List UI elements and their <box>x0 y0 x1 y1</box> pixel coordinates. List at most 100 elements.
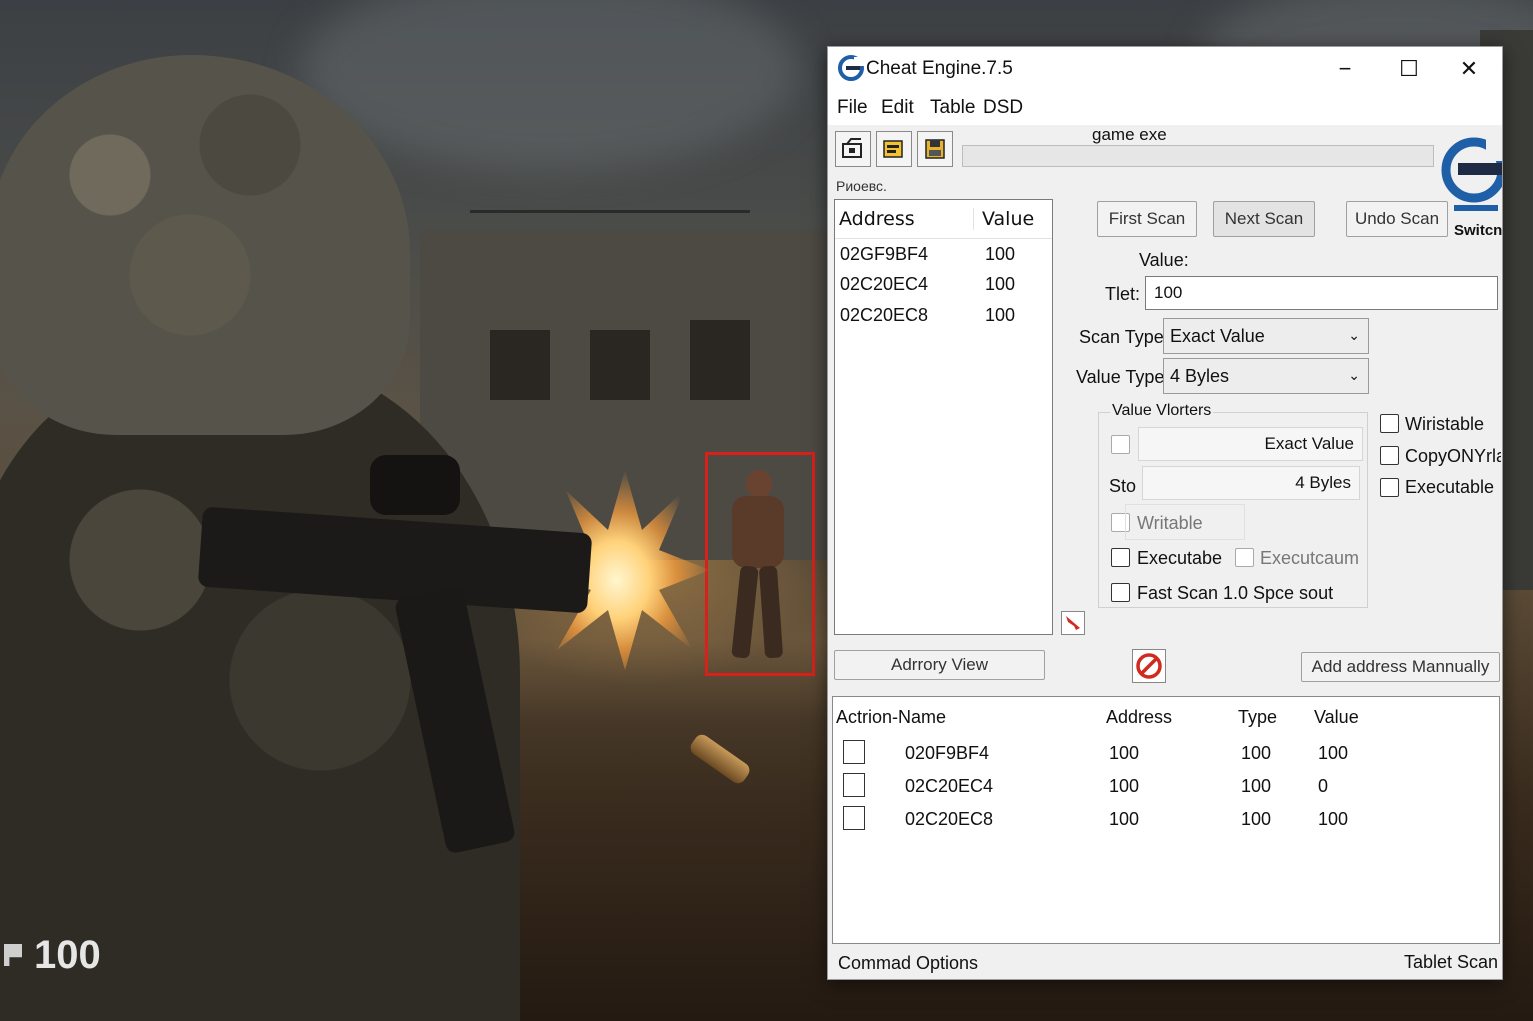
results-header: Address Value <box>835 200 1052 239</box>
red-arrow-icon <box>1066 616 1080 630</box>
result-value: 100 <box>985 304 1016 325</box>
menu-file[interactable]: File <box>837 97 868 119</box>
row-type: 100 <box>1241 809 1272 829</box>
row-address: 100 <box>1109 743 1140 763</box>
executabe-checkbox[interactable] <box>1111 548 1130 567</box>
cheat-engine-window: Cheat Engine.7.5 − ☐ ✕ File Edit Table D… <box>827 46 1503 980</box>
memory-view-button[interactable]: Adrrory View <box>834 650 1045 680</box>
table-scan-link[interactable]: Tablet Scan <box>1404 952 1498 973</box>
row-address: 100 <box>1109 776 1140 796</box>
status-bar: Commad Options Tablet Scan <box>828 947 1502 979</box>
minimize-button[interactable]: − <box>1316 51 1374 87</box>
table-row[interactable]: 02C20EC4 100 100 0 <box>833 771 1499 803</box>
executcaum-label[interactable]: Executcaum <box>1260 548 1359 569</box>
row-address: 100 <box>1109 809 1140 829</box>
results-col-address[interactable]: Address <box>835 208 973 230</box>
menu-bar: File Edit Table DSD <box>828 91 1502 125</box>
pointer-scan-button[interactable] <box>1061 611 1085 635</box>
open-file-button[interactable] <box>876 131 912 167</box>
command-options-link[interactable]: Commad Options <box>838 953 978 974</box>
result-address: 02GF9BF4 <box>840 243 929 264</box>
table-row[interactable]: 020F9BF4 100 100 100 <box>833 738 1499 770</box>
result-value: 100 <box>985 243 1016 264</box>
shell-casing <box>687 731 753 787</box>
clear-list-button[interactable] <box>1132 649 1166 683</box>
save-icon <box>925 139 945 159</box>
row-active-checkbox[interactable] <box>843 740 865 764</box>
process-name: game exe <box>1092 125 1167 144</box>
result-address: 02C20EC8 <box>840 304 929 325</box>
no-entry-icon <box>1136 653 1162 679</box>
row-name: 020F9BF4 <box>905 743 990 763</box>
chevron-down-icon: ⌄ <box>1348 327 1360 343</box>
add-address-manually-button[interactable]: Add address Mannually <box>1301 652 1500 682</box>
process-status: Риоевс. <box>836 178 887 194</box>
row-value[interactable]: 100 <box>1318 809 1348 830</box>
writable-checkbox[interactable] <box>1111 513 1130 532</box>
window-title: Cheat Engine.7.5 <box>866 58 1013 79</box>
row-active-checkbox[interactable] <box>843 806 865 830</box>
close-button[interactable]: ✕ <box>1440 51 1498 87</box>
copyonyrla-checkbox[interactable] <box>1380 446 1399 465</box>
exact-value-field[interactable]: Exact Value <box>1138 427 1363 461</box>
building-window <box>590 330 650 400</box>
copyonyrla-label[interactable]: CopyONYrla <box>1405 446 1501 467</box>
row-active-checkbox[interactable] <box>843 773 865 797</box>
hud-health-value: 100 <box>34 932 101 977</box>
row-name: 02C20EC4 <box>905 776 994 796</box>
maximize-button[interactable]: ☐ <box>1380 51 1438 87</box>
results-row[interactable]: 02C20EC8 100 <box>835 300 1052 331</box>
rifle-scope <box>370 455 460 515</box>
balcony-rail <box>470 210 750 213</box>
result-address: 02C20EC4 <box>840 274 929 295</box>
results-list[interactable]: Address Value 02GF9BF4 100 02C20EC4 100 … <box>834 199 1053 635</box>
title-bar[interactable]: Cheat Engine.7.5 − ☐ ✕ <box>828 47 1502 91</box>
building-window <box>690 320 750 400</box>
bytes-field[interactable]: 4 Byles <box>1142 466 1360 500</box>
menu-dsd[interactable]: DSD <box>983 97 1023 119</box>
save-button[interactable] <box>917 131 953 167</box>
health-icon <box>4 944 22 966</box>
executcaum-checkbox[interactable] <box>1235 548 1254 567</box>
menu-table[interactable]: Table <box>930 97 975 119</box>
exact-value-checkbox[interactable] <box>1111 435 1130 454</box>
ct-col-name[interactable]: Actrion-Name <box>836 707 946 728</box>
writable-label[interactable]: Writable <box>1137 513 1203 534</box>
row-value[interactable]: 100 <box>1318 743 1348 764</box>
scan-type-label: Scan Type: <box>1079 327 1169 347</box>
row-type: 100 <box>1241 743 1272 763</box>
ct-col-type[interactable]: Type <box>1238 707 1277 728</box>
fast-scan-checkbox[interactable] <box>1111 583 1130 602</box>
wiristable-checkbox[interactable] <box>1380 414 1399 433</box>
value-input[interactable]: 100 <box>1145 276 1498 310</box>
value-type-select[interactable]: 4 Byles ⌄ <box>1163 358 1369 394</box>
ct-col-address[interactable]: Address <box>1106 707 1172 728</box>
table-row[interactable]: 02C20EC8 100 100 100 <box>833 804 1499 836</box>
ct-col-value[interactable]: Value <box>1314 707 1359 728</box>
value-type-value: 4 Byles <box>1170 365 1230 386</box>
cheat-engine-logo-icon[interactable] <box>1440 125 1502 225</box>
wiristable-label[interactable]: Wiristable <box>1405 414 1484 435</box>
menu-edit[interactable]: Edit <box>881 97 914 119</box>
logo-caption[interactable]: Switcn <box>1454 222 1502 239</box>
undo-scan-button[interactable]: Undo Scan <box>1346 201 1448 237</box>
fast-scan-label[interactable]: Fast Scan <box>1137 583 1218 604</box>
building-window <box>490 330 550 400</box>
row-value[interactable]: 0 <box>1318 776 1328 797</box>
open-file-icon <box>883 140 903 158</box>
next-scan-button[interactable]: Next Scan <box>1213 201 1315 237</box>
open-process-button[interactable] <box>835 131 871 167</box>
cheat-table[interactable]: Actrion-Name Address Type Value 020F9BF4… <box>832 696 1500 944</box>
executable-checkbox[interactable] <box>1380 478 1399 497</box>
hud-health: 100 <box>4 930 101 980</box>
results-row[interactable]: 02C20EC4 100 <box>835 270 1052 301</box>
first-scan-button[interactable]: First Scan <box>1097 201 1197 237</box>
value-label: Value: <box>1139 250 1189 270</box>
executabe-label[interactable]: Executabe <box>1137 548 1222 569</box>
executable-label[interactable]: Executable <box>1405 477 1494 498</box>
chevron-down-icon: ⌄ <box>1348 367 1360 383</box>
results-col-value[interactable]: Value <box>973 208 1049 230</box>
results-row[interactable]: 02GF9BF4 100 <box>835 239 1052 270</box>
scan-type-select[interactable]: Exact Value ⌄ <box>1163 318 1369 354</box>
open-process-icon <box>842 138 862 158</box>
